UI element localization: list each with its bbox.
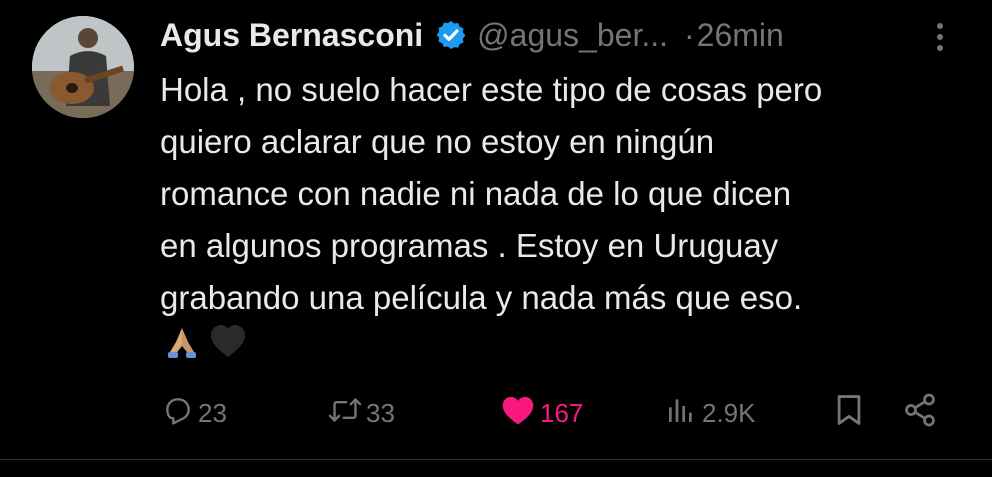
repost-count: 33 bbox=[366, 397, 395, 428]
black-heart-icon bbox=[208, 322, 248, 367]
like-count: 167 bbox=[540, 397, 584, 428]
avatar[interactable] bbox=[32, 16, 134, 118]
action-bar: 23 33 167 2.9K bbox=[0, 388, 992, 438]
tweet-text: Hola , no suelo hacer este tipo de cosas… bbox=[160, 71, 823, 316]
reply-icon bbox=[162, 394, 194, 433]
bookmark-button[interactable] bbox=[834, 388, 864, 438]
share-button[interactable] bbox=[902, 388, 938, 438]
reply-count: 23 bbox=[198, 397, 227, 428]
share-icon bbox=[902, 392, 938, 435]
reply-button[interactable]: 23 bbox=[162, 388, 227, 438]
author-name[interactable]: Agus Bernasconi bbox=[160, 17, 423, 54]
repost-button[interactable]: 33 bbox=[328, 388, 395, 438]
verified-badge-icon bbox=[435, 19, 467, 51]
separator-dot: · bbox=[684, 16, 695, 53]
like-button[interactable]: 167 bbox=[500, 388, 583, 438]
more-vertical-icon[interactable] bbox=[928, 20, 952, 54]
heart-icon bbox=[500, 394, 536, 433]
views-chart-icon bbox=[664, 394, 698, 433]
bookmark-icon bbox=[834, 393, 864, 434]
repost-icon bbox=[328, 394, 362, 433]
divider bbox=[0, 459, 992, 460]
emoji-row bbox=[162, 322, 248, 367]
author-handle[interactable]: @agus_ber... bbox=[477, 17, 668, 54]
praying-hands-icon bbox=[162, 322, 202, 367]
timestamp[interactable]: 26min bbox=[697, 17, 784, 54]
views-button[interactable]: 2.9K bbox=[664, 388, 756, 438]
views-count: 2.9K bbox=[702, 397, 756, 428]
tweet-header: Agus Bernasconi @agus_ber... · 26min bbox=[160, 12, 784, 58]
